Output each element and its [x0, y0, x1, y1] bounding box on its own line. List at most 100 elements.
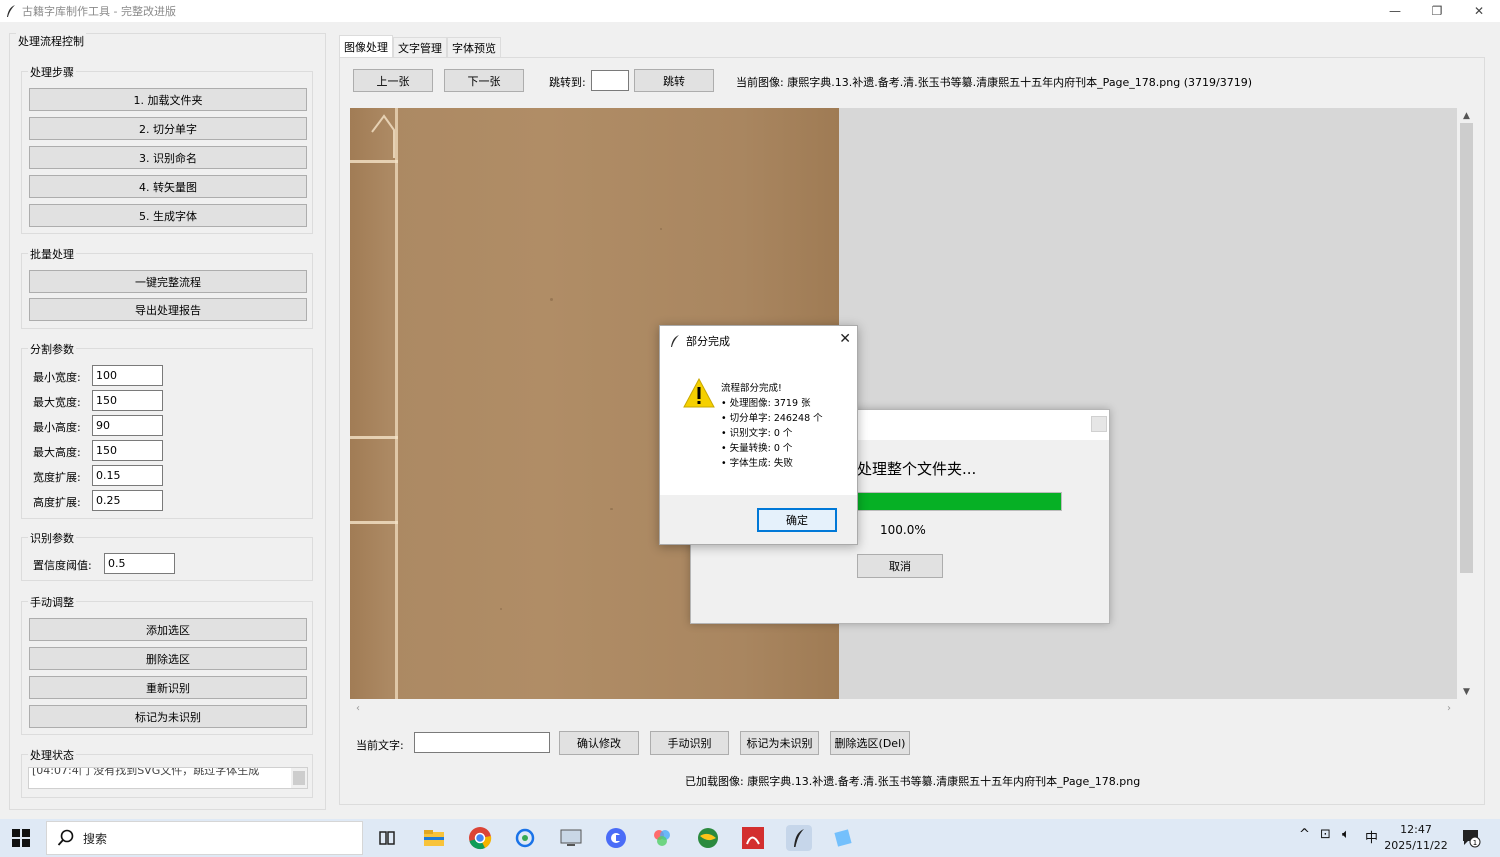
scroll-down-icon[interactable]: ▼: [1458, 684, 1475, 699]
progress-label: 处理整个文件夹...: [857, 460, 977, 478]
dialog-message: 流程部分完成! • 处理图像: 3719 张 • 切分单字: 246248 个 …: [721, 381, 823, 471]
manual-legend: 手动调整: [28, 594, 76, 610]
clock-date: 2025/11/22: [1384, 839, 1448, 852]
photos-icon[interactable]: [649, 825, 675, 851]
jump-to-input[interactable]: [591, 70, 629, 91]
stitch-line: [350, 521, 398, 524]
restore-button[interactable]: ❐: [1416, 0, 1458, 22]
vectorize-button[interactable]: 4. 转矢量图: [29, 175, 307, 198]
segmentation-legend: 分割参数: [28, 341, 76, 357]
min-height-input[interactable]: 90: [92, 415, 163, 436]
width-expand-input[interactable]: 0.15: [92, 465, 163, 486]
status-scrollbar[interactable]: [291, 768, 307, 788]
process-control-panel: 处理流程控制 处理步骤 1. 加载文件夹 2. 切分单字 3. 识别命名 4. …: [9, 33, 326, 810]
progress-close-icon[interactable]: [1091, 416, 1107, 432]
volume-icon[interactable]: 🔈︎: [1342, 827, 1350, 842]
network-icon[interactable]: ⊡: [1320, 827, 1331, 842]
dialog-body: 流程部分完成! • 处理图像: 3719 张 • 切分单字: 246248 个 …: [660, 355, 857, 495]
partial-complete-dialog: 部分完成 ✕ 流程部分完成! • 处理图像: 3719 张 • 切分单字: 24…: [659, 325, 858, 545]
delete-selection-del-button[interactable]: 删除选区(Del): [830, 731, 910, 755]
scroll-up-icon[interactable]: ▲: [1458, 108, 1475, 123]
full-pipeline-button[interactable]: 一键完整流程: [29, 270, 307, 293]
rerecognize-button[interactable]: 重新识别: [29, 676, 307, 699]
manual-recognize-button[interactable]: 手动识别: [650, 731, 729, 755]
cancel-button[interactable]: 取消: [857, 554, 943, 578]
canvas-horizontal-scrollbar[interactable]: ‹ ›: [350, 700, 1457, 716]
steps-legend: 处理步骤: [28, 64, 76, 80]
notification-icon[interactable]: 1: [1461, 828, 1481, 848]
remote-desktop-icon[interactable]: [558, 825, 584, 851]
progress-fill: [858, 493, 1061, 510]
mark-unrecognized-edit-button[interactable]: 标记为未识别: [740, 731, 819, 755]
taskbar-search[interactable]: 搜索: [46, 821, 363, 855]
recognition-params-group: 识别参数 置信度阈值: 0.5: [21, 530, 313, 581]
message-line: • 识别文字: 0 个: [721, 428, 793, 439]
segment-chars-button[interactable]: 2. 切分单字: [29, 117, 307, 140]
delete-selection-button[interactable]: 删除选区: [29, 647, 307, 670]
process-control-title: 处理流程控制: [16, 33, 86, 49]
recognize-name-button[interactable]: 3. 识别命名: [29, 146, 307, 169]
dialog-title: 部分完成: [686, 334, 730, 348]
status-group: 处理状态 [04:07:4门 没有找到SVG文件，跳过字体生成: [21, 747, 313, 798]
status-log[interactable]: [04:07:4门 没有找到SVG文件，跳过字体生成: [28, 767, 308, 789]
dialog-close-icon[interactable]: ✕: [839, 331, 851, 347]
status-log-text: [04:07:4门 没有找到SVG文件，跳过字体生成: [32, 767, 260, 777]
max-width-input[interactable]: 150: [92, 390, 163, 411]
progress-bar: [857, 492, 1062, 511]
window-title: 古籍字库制作工具 - 完整改进版: [22, 5, 176, 18]
file-explorer-icon[interactable]: [421, 825, 447, 851]
batch-group: 批量处理 一键完整流程 导出处理报告: [21, 246, 313, 329]
taskbar: 搜索 ^ ⊡ 🔈︎ 中 12:47 2025/11/22 1: [0, 819, 1500, 857]
max-height-input[interactable]: 150: [92, 440, 163, 461]
scroll-left-icon[interactable]: ‹: [350, 700, 366, 716]
feather-app-icon: [7, 5, 15, 17]
tab-text-management[interactable]: 文字管理: [393, 37, 447, 57]
max-width-label: 最大宽度:: [33, 396, 81, 409]
mark-unrecognized-button[interactable]: 标记为未识别: [29, 705, 307, 728]
generate-font-button[interactable]: 5. 生成字体: [29, 204, 307, 227]
height-expand-input[interactable]: 0.25: [92, 490, 163, 511]
chrome-icon[interactable]: [467, 825, 493, 851]
ok-button[interactable]: 确定: [757, 508, 837, 532]
recognition-legend: 识别参数: [28, 530, 76, 546]
adobe-app-icon[interactable]: [740, 825, 766, 851]
feather-taskbar-icon[interactable]: [786, 825, 812, 851]
clock-time: 12:47: [1400, 823, 1432, 836]
cloud-drive-icon[interactable]: [512, 825, 538, 851]
windows-start-icon[interactable]: [12, 829, 30, 847]
tray-chevron-icon[interactable]: ^: [1299, 827, 1310, 842]
tab-font-preview[interactable]: 字体预览: [447, 37, 501, 57]
pen-app-icon[interactable]: [831, 825, 857, 851]
globe-app-icon[interactable]: [695, 825, 721, 851]
height-expand-label: 高度扩展:: [33, 496, 81, 509]
jump-button[interactable]: 跳转: [634, 69, 714, 92]
scroll-thumb[interactable]: [1460, 123, 1473, 573]
clock[interactable]: 12:47 2025/11/22: [1384, 822, 1448, 854]
minimize-button[interactable]: —: [1374, 0, 1416, 22]
next-image-button[interactable]: 下一张: [444, 69, 524, 92]
tab-image-processing[interactable]: 图像处理: [339, 35, 393, 57]
browser-c-icon[interactable]: [603, 825, 629, 851]
min-width-input[interactable]: 100: [92, 365, 163, 386]
confirm-edit-button[interactable]: 确认修改: [559, 731, 639, 755]
notification-count: 1: [1473, 839, 1477, 847]
current-text-input[interactable]: [414, 732, 550, 753]
max-height-label: 最大高度:: [33, 446, 81, 459]
search-icon: [57, 829, 74, 846]
confidence-threshold-label: 置信度阈值:: [33, 559, 92, 572]
export-report-button[interactable]: 导出处理报告: [29, 298, 307, 321]
close-window-button[interactable]: ✕: [1458, 0, 1500, 22]
ime-indicator[interactable]: 中: [1365, 827, 1378, 846]
scroll-right-icon[interactable]: ›: [1441, 700, 1457, 716]
load-folder-button[interactable]: 1. 加载文件夹: [29, 88, 307, 111]
canvas-vertical-scrollbar[interactable]: ▲ ▼: [1458, 108, 1475, 699]
jump-to-label: 跳转到:: [549, 76, 586, 89]
min-height-label: 最小高度:: [33, 421, 81, 434]
message-line: • 处理图像: 3719 张: [721, 398, 811, 409]
title-bar: 古籍字库制作工具 - 完整改进版 — ❐ ✕: [0, 0, 1500, 22]
add-selection-button[interactable]: 添加选区: [29, 618, 307, 641]
prev-image-button[interactable]: 上一张: [353, 69, 433, 92]
width-expand-label: 宽度扩展:: [33, 471, 81, 484]
task-view-icon[interactable]: [374, 825, 400, 851]
confidence-threshold-input[interactable]: 0.5: [104, 553, 175, 574]
